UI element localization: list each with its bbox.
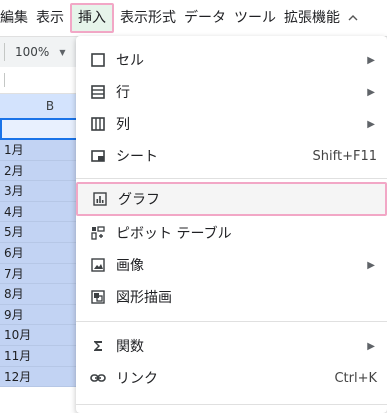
drawing-icon (90, 289, 106, 305)
toolbar-divider (4, 43, 5, 61)
menu-format[interactable]: 表示形式 (116, 5, 180, 31)
submenu-arrow-icon: ▶ (367, 340, 375, 352)
menu-view[interactable]: 表示 (32, 5, 68, 31)
menu-item-label: 画像 (116, 258, 144, 274)
menu-item-pivot-table[interactable]: ピボット テーブル (76, 217, 387, 249)
menu-item-link[interactable]: リンク Ctrl+K (76, 362, 387, 394)
sheet-icon (90, 148, 106, 164)
menu-item-label: 関数 (116, 339, 144, 355)
menu-item-label: グラフ (118, 192, 160, 208)
submenu-arrow-icon: ▶ (367, 54, 375, 66)
menu-item-drawing[interactable]: 図形描画 (76, 281, 387, 313)
menu-insert[interactable]: 挿入 (70, 3, 114, 33)
image-icon (90, 257, 106, 273)
menu-item-label: セル (116, 53, 144, 69)
rows-icon (90, 84, 106, 100)
pivot-table-icon (90, 225, 106, 241)
cell-square-icon (90, 52, 106, 68)
menu-item-function[interactable]: 関数 ▶ (76, 330, 387, 362)
sigma-icon (90, 338, 106, 354)
chart-icon (92, 191, 108, 207)
link-icon (90, 370, 106, 386)
zoom-value: 100% (15, 45, 50, 59)
menu-item-label: リンク (116, 371, 158, 387)
menu-divider (76, 404, 387, 405)
menu-extensions[interactable]: 拡張機能 (280, 5, 344, 31)
shortcut-label: Shift+F11 (312, 148, 377, 164)
spreadsheet-window: 編集 表示 挿入 表示形式 データ ツール 拡張機能 100% ▼ B 1月 2… (0, 0, 387, 413)
insert-menu: セル ▶ 行 ▶ 列 ▶ シート Shift+F11 グラフ ピボット テーブル… (76, 36, 387, 413)
zoom-select[interactable]: 100% ▼ (15, 45, 65, 59)
menu-item-chart[interactable]: グラフ (76, 182, 387, 216)
menu-item-label: 行 (116, 85, 130, 101)
menu-item-label: ピボット テーブル (116, 226, 232, 242)
zoom-dropdown-icon: ▼ (59, 47, 66, 57)
menu-item-label: 列 (116, 117, 130, 133)
submenu-arrow-icon: ▶ (367, 86, 375, 98)
menu-item-image[interactable]: 画像 ▶ (76, 249, 387, 281)
submenu-arrow-icon: ▶ (367, 259, 375, 271)
menu-item-label: 図形描画 (116, 290, 172, 306)
menu-divider (76, 321, 387, 322)
menu-bar: 編集 表示 挿入 表示形式 データ ツール 拡張機能 (0, 0, 387, 36)
formula-bar-divider (4, 73, 5, 87)
menu-tools[interactable]: ツール (230, 5, 280, 31)
menu-data[interactable]: データ (180, 5, 230, 31)
menu-item-label: シート (116, 149, 158, 165)
columns-icon (90, 116, 106, 132)
menu-item-sheet[interactable]: シート Shift+F11 (76, 140, 387, 172)
menu-edit[interactable]: 編集 (0, 5, 32, 31)
menu-divider (76, 178, 387, 179)
menu-item-columns[interactable]: 列 ▶ (76, 108, 387, 140)
menu-item-cell[interactable]: セル ▶ (76, 44, 387, 76)
menu-item-rows[interactable]: 行 ▶ (76, 76, 387, 108)
menu-more-icon[interactable] (344, 13, 358, 23)
submenu-arrow-icon: ▶ (367, 118, 375, 130)
shortcut-label: Ctrl+K (334, 370, 377, 386)
